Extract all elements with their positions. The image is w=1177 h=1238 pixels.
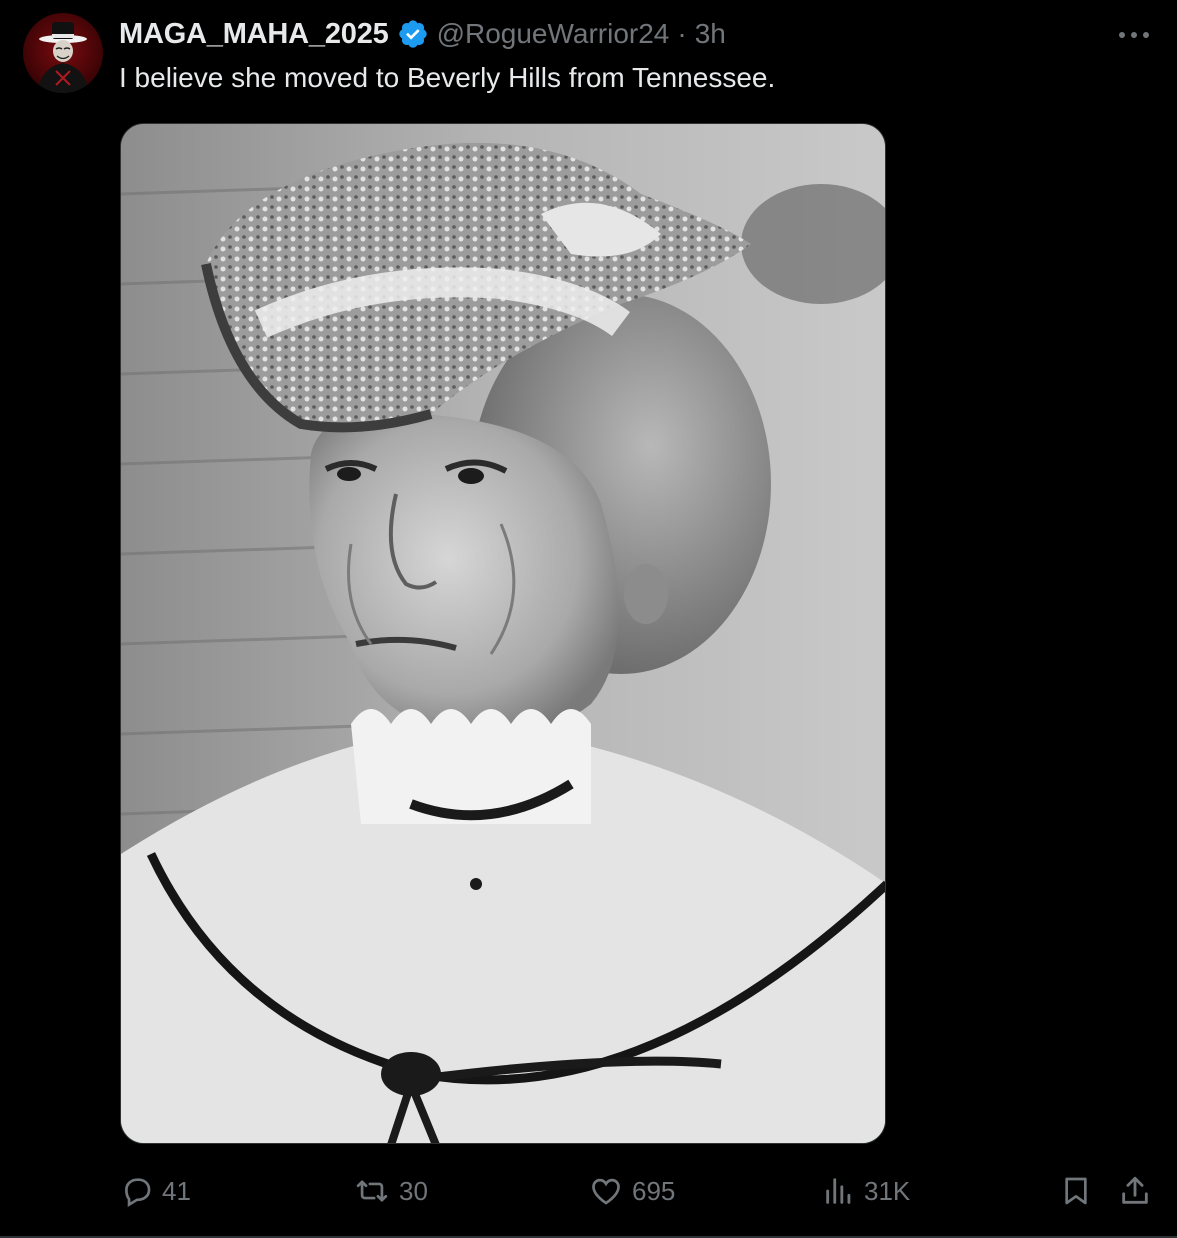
like-button[interactable]: 695 xyxy=(588,1166,675,1216)
more-dots-icon xyxy=(1119,32,1149,38)
share-button[interactable] xyxy=(1118,1166,1152,1216)
tweet-actions-bar: 41 30 695 31K xyxy=(0,1166,1177,1216)
separator-dot: · xyxy=(677,18,687,49)
like-count: 695 xyxy=(632,1175,676,1206)
repost-count: 30 xyxy=(399,1175,428,1206)
avatar[interactable] xyxy=(23,13,103,93)
views-chart-icon xyxy=(826,1178,851,1204)
display-name[interactable]: MAGA_MAHA_2025 xyxy=(119,18,389,51)
views-count: 31K xyxy=(864,1175,911,1206)
media-image xyxy=(121,124,885,1143)
share-icon xyxy=(1122,1176,1148,1204)
bookmark-button[interactable] xyxy=(1060,1166,1092,1216)
reply-icon xyxy=(125,1178,151,1207)
repost-button[interactable]: 30 xyxy=(353,1166,428,1216)
more-options-button[interactable] xyxy=(1114,22,1154,48)
verified-badge-icon[interactable] xyxy=(397,18,429,50)
user-handle[interactable]: @RogueWarrior24 xyxy=(437,18,670,50)
repost-icon xyxy=(356,1180,388,1202)
tweet-card[interactable]: MAGA_MAHA_2025 @RogueWarrior24 · 3h I be… xyxy=(0,0,1177,1238)
timestamp[interactable]: 3h xyxy=(695,18,726,50)
tweet-media-photo[interactable] xyxy=(120,123,886,1144)
heart-icon xyxy=(592,1178,620,1205)
views-button[interactable]: 31K xyxy=(822,1166,910,1216)
avatar-icon xyxy=(37,22,89,93)
bookmark-icon xyxy=(1065,1177,1087,1205)
reply-count: 41 xyxy=(162,1175,191,1206)
tweet-header: MAGA_MAHA_2025 @RogueWarrior24 · 3h xyxy=(119,14,726,54)
tweet-text: I believe she moved to Beverly Hills fro… xyxy=(119,62,776,93)
reply-button[interactable]: 41 xyxy=(120,1166,191,1216)
